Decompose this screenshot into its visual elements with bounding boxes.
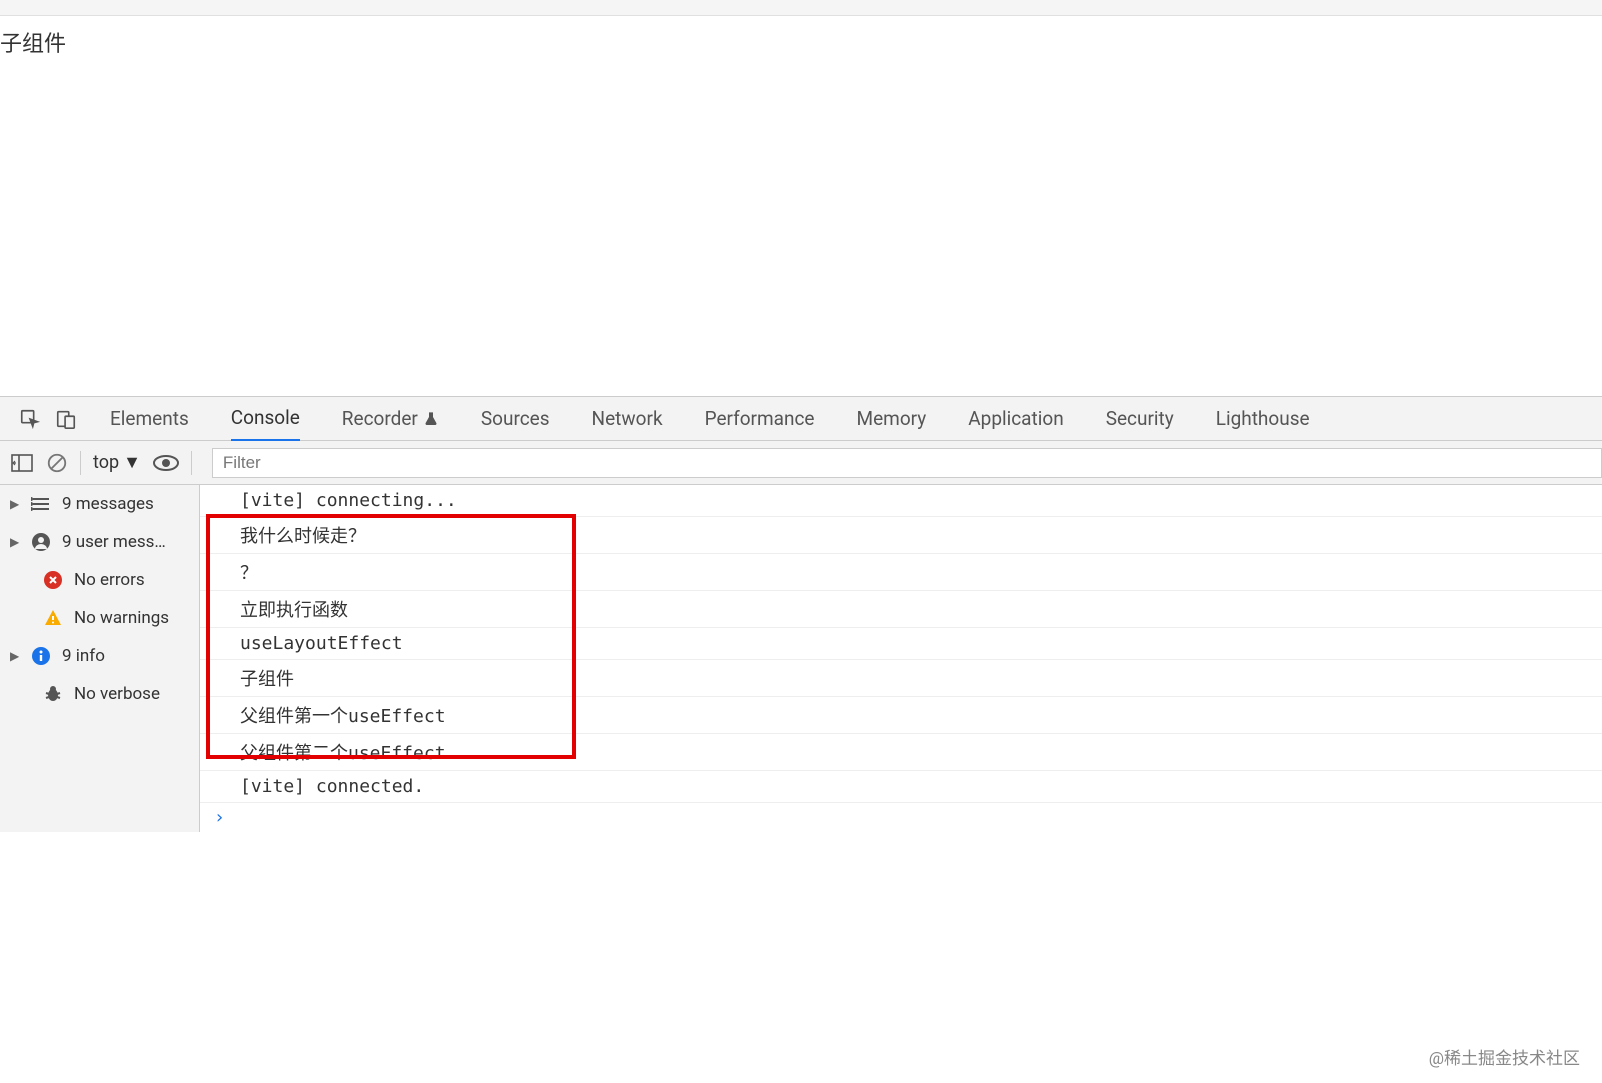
sidebar-messages-label: 9 messages: [62, 494, 154, 514]
sidebar-info-label: 9 info: [62, 646, 105, 666]
filter-input[interactable]: [212, 448, 1602, 478]
expand-arrow-icon: ▶: [10, 497, 20, 511]
list-icon: [30, 493, 52, 515]
context-selector[interactable]: top ▼: [93, 452, 141, 473]
chevron-down-icon: ▼: [123, 452, 141, 473]
user-icon: [30, 531, 52, 553]
tab-memory[interactable]: Memory: [857, 396, 927, 442]
console-sidebar: ▶ 9 messages ▶ 9 user mess… No errors: [0, 485, 200, 832]
tab-recorder[interactable]: Recorder: [342, 396, 439, 442]
expand-arrow-icon: ▶: [10, 535, 20, 549]
sidebar-item-verbose[interactable]: No verbose: [0, 675, 199, 713]
console-prompt[interactable]: ›: [200, 803, 1602, 832]
inspect-element-icon[interactable]: [12, 401, 48, 437]
devtools-tabs-list: Elements Console Recorder Sources Networ…: [110, 396, 1310, 442]
bug-icon: [42, 683, 64, 705]
console-line: 子组件: [200, 660, 1602, 697]
console-line: 立即执行函数: [200, 591, 1602, 628]
console-body: ▶ 9 messages ▶ 9 user mess… No errors: [0, 485, 1602, 832]
flask-icon: [423, 411, 439, 427]
warning-icon: [42, 607, 64, 629]
devtools-tabbar: Elements Console Recorder Sources Networ…: [0, 397, 1602, 441]
context-label: top: [93, 452, 119, 473]
tab-security[interactable]: Security: [1106, 396, 1174, 442]
page-title: 子组件: [0, 32, 66, 57]
live-expression-icon[interactable]: [153, 454, 179, 472]
browser-chrome: [0, 0, 1602, 16]
clear-console-icon[interactable]: [46, 452, 68, 474]
tab-console[interactable]: Console: [231, 396, 300, 442]
prompt-chevron-icon: ›: [214, 807, 225, 828]
expand-arrow-icon: ▶: [10, 649, 20, 663]
tab-sources[interactable]: Sources: [481, 396, 550, 442]
sidebar-item-warnings[interactable]: No warnings: [0, 599, 199, 637]
page-content: 子组件: [0, 16, 1602, 396]
console-line: useLayoutEffect: [200, 628, 1602, 660]
sidebar-item-user-messages[interactable]: ▶ 9 user mess…: [0, 523, 199, 561]
tab-elements[interactable]: Elements: [110, 396, 189, 442]
sidebar-user-messages-label: 9 user mess…: [62, 532, 166, 552]
tab-network[interactable]: Network: [592, 396, 663, 442]
sidebar-warnings-label: No warnings: [74, 608, 169, 628]
tab-performance[interactable]: Performance: [705, 396, 815, 442]
device-toggle-icon[interactable]: [48, 401, 84, 437]
info-icon: [30, 645, 52, 667]
sidebar-item-messages[interactable]: ▶ 9 messages: [0, 485, 199, 523]
console-messages[interactable]: [vite] connecting... 我什么时候走？ ？ 立即执行函数 us…: [200, 485, 1602, 832]
console-line: 父组件第二个useEffect: [200, 734, 1602, 771]
tab-application[interactable]: Application: [968, 396, 1063, 442]
console-line: ？: [200, 554, 1602, 591]
console-line: [vite] connecting...: [200, 485, 1602, 517]
tab-lighthouse[interactable]: Lighthouse: [1216, 396, 1310, 442]
separator: [80, 451, 81, 475]
sidebar-item-errors[interactable]: No errors: [0, 561, 199, 599]
separator: [191, 451, 192, 475]
console-toolbar: top ▼: [0, 441, 1602, 485]
devtools-panel: Elements Console Recorder Sources Networ…: [0, 396, 1602, 832]
console-line: [vite] connected.: [200, 771, 1602, 803]
tab-recorder-label: Recorder: [342, 407, 418, 430]
sidebar-errors-label: No errors: [74, 570, 145, 590]
console-line: 父组件第一个useEffect: [200, 697, 1602, 734]
toggle-sidebar-icon[interactable]: [10, 453, 34, 473]
sidebar-item-info[interactable]: ▶ 9 info: [0, 637, 199, 675]
sidebar-verbose-label: No verbose: [74, 684, 160, 704]
console-line: 我什么时候走？: [200, 517, 1602, 554]
error-icon: [42, 569, 64, 591]
watermark: @稀土掘金技术社区: [1429, 1044, 1580, 1069]
